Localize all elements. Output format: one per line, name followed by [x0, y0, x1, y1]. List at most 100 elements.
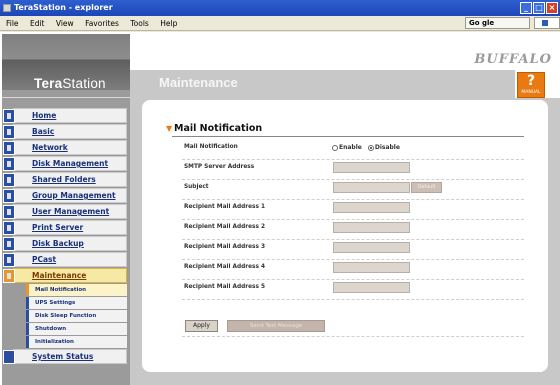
sidebar-item-label: Shared Folders — [32, 175, 96, 184]
row-mail-notification: Mail Notification Enable Disable — [182, 140, 524, 160]
subject-input[interactable] — [333, 182, 410, 193]
enable-label: Enable — [339, 144, 362, 151]
radio-selected-icon — [367, 144, 374, 151]
google-search-button[interactable] — [534, 17, 560, 29]
recipient-4-input[interactable] — [333, 262, 410, 273]
sidebar-item-disk-backup[interactable]: Disk Backup — [3, 236, 127, 251]
disk-icon — [3, 157, 15, 171]
subject-default-button[interactable]: Default — [411, 182, 442, 193]
field-label: Subject — [184, 184, 209, 190]
field-label: Recipient Mail Address 5 — [184, 284, 266, 290]
section-marker-icon: ▼ — [166, 124, 173, 133]
sidebar-item-label: Basic — [32, 127, 55, 136]
recipient-3-input[interactable] — [333, 242, 410, 253]
bottom-divider — [182, 336, 524, 337]
sidebar-nav: Home Basic Network Disk Management Share… — [3, 108, 127, 350]
row-smtp: SMTP Server Address — [182, 160, 524, 180]
sidebar-item-pcast[interactable]: PCast — [3, 252, 127, 267]
sidebar-item-group-management[interactable]: Group Management — [3, 188, 127, 203]
manual-label: MANUAL — [521, 90, 541, 95]
row-recipient-1: Recipient Mail Address 1 — [182, 200, 524, 220]
enable-radio[interactable]: Enable — [332, 144, 362, 151]
row-recipient-3: Recipient Mail Address 3 — [182, 240, 524, 260]
field-label: Recipient Mail Address 1 — [184, 204, 266, 210]
menu-file[interactable]: File — [6, 19, 19, 28]
sidebar-item-disk-management[interactable]: Disk Management — [3, 156, 127, 171]
sidebar-item-label: Disk Backup — [32, 239, 84, 248]
google-search-box[interactable]: Go gle — [465, 17, 530, 29]
page-title: Maintenance — [159, 75, 238, 90]
menu-view[interactable]: View — [56, 19, 74, 28]
minimize-button[interactable]: _ — [520, 2, 532, 14]
pcast-icon — [3, 253, 15, 267]
sidebar-item-maintenance[interactable]: Maintenance — [3, 268, 127, 283]
sidebar-item-label: Disk Management — [32, 159, 109, 168]
apply-button[interactable]: Apply — [185, 320, 218, 332]
sidebar-item-label: System Status — [32, 352, 94, 361]
recipient-2-input[interactable] — [333, 222, 410, 233]
subnav-item-label: UPS Settings — [35, 300, 76, 306]
field-label: Mail Notification — [184, 144, 238, 150]
field-label: SMTP Server Address — [184, 164, 255, 170]
subnav-item-mail-notification[interactable]: Mail Notification — [26, 284, 127, 296]
terastation-logo: TeraStation — [34, 76, 106, 91]
subnav-item-label: Initialization — [35, 339, 74, 345]
recipient-1-input[interactable] — [333, 202, 410, 213]
section-title-text: Mail Notification — [174, 123, 263, 134]
smtp-server-input[interactable] — [333, 162, 410, 173]
field-label: Recipient Mail Address 3 — [184, 244, 266, 250]
menu-favorites[interactable]: Favorites — [85, 19, 119, 28]
status-icon — [3, 350, 15, 364]
row-recipient-4: Recipient Mail Address 4 — [182, 260, 524, 280]
sidebar-item-basic[interactable]: Basic — [3, 124, 127, 139]
sidebar-item-label: User Management — [32, 207, 110, 216]
manual-button[interactable]: ? MANUAL — [517, 72, 545, 98]
subnav-item-disk-sleep[interactable]: Disk Sleep Function — [26, 310, 127, 322]
subnav-item-label: Disk Sleep Function — [35, 313, 97, 319]
row-recipient-5: Recipient Mail Address 5 — [182, 280, 524, 300]
sidebar-item-label: Maintenance — [32, 271, 87, 280]
close-button[interactable]: × — [546, 2, 558, 14]
basic-icon — [3, 125, 15, 139]
network-icon — [3, 141, 15, 155]
row-subject: Subject Default — [182, 180, 524, 200]
home-icon — [3, 109, 15, 123]
subnav-item-initialization[interactable]: Initialization — [26, 336, 127, 348]
recipient-5-input[interactable] — [333, 282, 410, 293]
sidebar-item-label: Group Management — [32, 191, 116, 200]
sidebar-item-label: Network — [32, 143, 68, 152]
row-recipient-2: Recipient Mail Address 2 — [182, 220, 524, 240]
sidebar-item-print-server[interactable]: Print Server — [3, 220, 127, 235]
user-icon — [3, 205, 15, 219]
google-brand: Go gle — [469, 19, 495, 27]
sidebar-item-label: PCast — [32, 255, 57, 264]
backup-icon — [3, 237, 15, 251]
group-icon — [3, 189, 15, 203]
sidebar-item-system-status[interactable]: System Status — [3, 349, 127, 364]
logo-bold: Tera — [34, 76, 63, 91]
window-title: TeraStation - explorer — [14, 3, 113, 12]
subnav-item-label: Shutdown — [35, 326, 67, 332]
send-test-message-button[interactable]: Send Test Message — [227, 320, 325, 332]
subnav-item-label: Mail Notification — [35, 287, 87, 293]
maximize-button[interactable]: □ — [533, 2, 545, 14]
folder-icon — [3, 173, 15, 187]
sidebar-item-label: Print Server — [32, 223, 84, 232]
subnav-item-shutdown[interactable]: Shutdown — [26, 323, 127, 335]
sidebar-item-label: Home — [32, 111, 57, 120]
search-icon — [542, 20, 548, 26]
printer-icon — [3, 221, 15, 235]
disable-radio[interactable]: Disable — [367, 144, 400, 151]
sidebar-item-home[interactable]: Home — [3, 108, 127, 123]
menu-edit[interactable]: Edit — [30, 19, 45, 28]
notification-radio-group: Enable Disable — [332, 144, 400, 151]
sidebar-item-user-management[interactable]: User Management — [3, 204, 127, 219]
field-label: Recipient Mail Address 2 — [184, 224, 266, 230]
menu-help[interactable]: Help — [160, 19, 177, 28]
sidebar-item-shared-folders[interactable]: Shared Folders — [3, 172, 127, 187]
subnav-item-ups-settings[interactable]: UPS Settings — [26, 297, 127, 309]
sidebar-item-network[interactable]: Network — [3, 140, 127, 155]
menu-tools[interactable]: Tools — [130, 19, 148, 28]
logo-light: Station — [62, 76, 106, 91]
wrench-icon — [3, 269, 15, 283]
